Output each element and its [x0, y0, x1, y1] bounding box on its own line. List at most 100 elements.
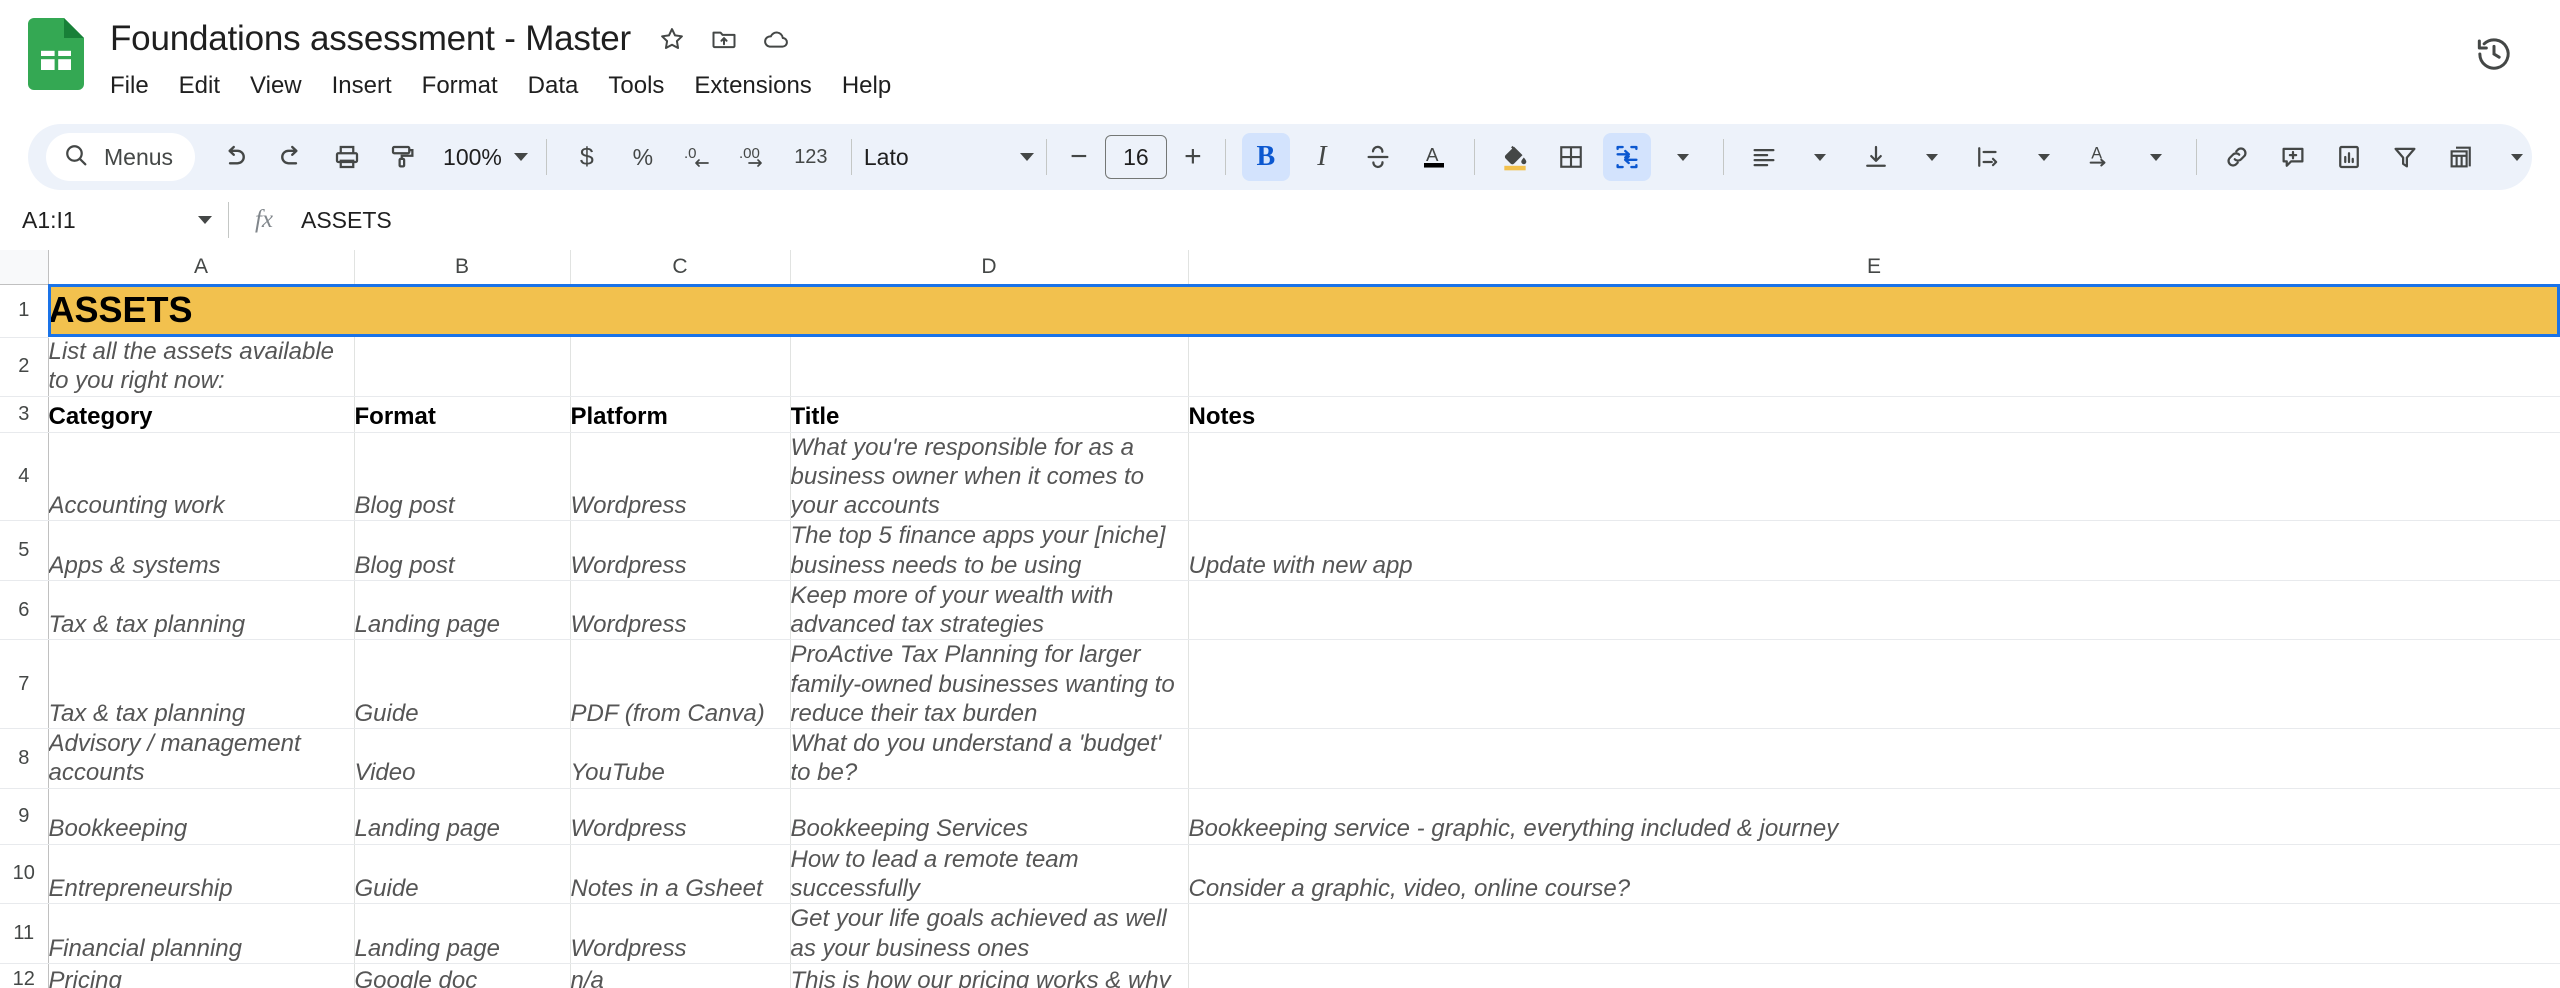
redo-icon[interactable] [267, 133, 315, 181]
row-header-7[interactable]: 7 [0, 640, 48, 729]
currency-format-button[interactable]: $ [563, 133, 611, 181]
decrease-font-size-button[interactable]: − [1059, 140, 1099, 174]
cell-c8[interactable]: YouTube [570, 729, 790, 789]
cell-e7[interactable] [1188, 640, 2560, 729]
vertical-align-icon[interactable] [1852, 133, 1900, 181]
row-header-5[interactable]: 5 [0, 521, 48, 581]
column-header-e[interactable]: E [1188, 250, 2560, 284]
cell-d12[interactable]: This is how our pricing works & why [790, 963, 1188, 988]
row-header-4[interactable]: 4 [0, 432, 48, 521]
percent-format-button[interactable]: % [619, 133, 667, 181]
column-header-a[interactable]: A [48, 250, 354, 284]
cell-a1-assets-banner[interactable]: ASSETS [48, 284, 2560, 337]
cell-a6[interactable]: Tax & tax planning [48, 580, 354, 640]
cell-a12[interactable]: Pricing [48, 963, 354, 988]
merge-cells-icon[interactable] [1603, 133, 1651, 181]
undo-icon[interactable] [211, 133, 259, 181]
page-title[interactable]: Foundations assessment - Master [110, 19, 631, 59]
decrease-decimal-button[interactable]: .0 [675, 133, 723, 181]
menu-extensions[interactable]: Extensions [694, 68, 827, 104]
text-color-button[interactable]: A [1410, 133, 1458, 181]
column-header-c[interactable]: C [570, 250, 790, 284]
cell-a8[interactable]: Advisory / management accounts [48, 729, 354, 789]
borders-icon[interactable] [1547, 133, 1595, 181]
cell-d2[interactable] [790, 337, 1188, 396]
cell-a2-subtitle[interactable]: List all the assets available to you rig… [48, 337, 354, 396]
cell-c11[interactable]: Wordpress [570, 904, 790, 964]
cell-d9[interactable]: Bookkeeping Services [790, 788, 1188, 844]
row-header-6[interactable]: 6 [0, 580, 48, 640]
text-rotation-icon[interactable]: A [2076, 133, 2124, 181]
row-header-12[interactable]: 12 [0, 963, 48, 988]
menu-help[interactable]: Help [842, 68, 907, 104]
cell-b10[interactable]: Guide [354, 844, 570, 904]
cell-d8[interactable]: What do you understand a 'budget' to be? [790, 729, 1188, 789]
cloud-saved-icon[interactable] [759, 22, 793, 56]
font-family-selector[interactable]: Lato [864, 144, 1034, 171]
cell-c10[interactable]: Notes in a Gsheet [570, 844, 790, 904]
horizontal-align-caret[interactable] [1796, 133, 1844, 181]
cell-c6[interactable]: Wordpress [570, 580, 790, 640]
cell-d11[interactable]: Get your life goals achieved as well as … [790, 904, 1188, 964]
insert-chart-icon[interactable] [2325, 133, 2373, 181]
paint-format-icon[interactable] [379, 133, 427, 181]
cell-e12[interactable] [1188, 963, 2560, 988]
cell-d3-header-title[interactable]: Title [790, 396, 1188, 432]
cell-c2[interactable] [570, 337, 790, 396]
menu-edit[interactable]: Edit [179, 68, 236, 104]
cell-d4[interactable]: What you're responsible for as a busines… [790, 432, 1188, 521]
cell-c12[interactable]: n/a [570, 963, 790, 988]
row-header-9[interactable]: 9 [0, 788, 48, 844]
text-rotation-caret[interactable] [2132, 133, 2180, 181]
cell-c7[interactable]: PDF (from Canva) [570, 640, 790, 729]
menu-format[interactable]: Format [422, 68, 514, 104]
insert-comment-icon[interactable] [2269, 133, 2317, 181]
move-to-folder-icon[interactable] [707, 22, 741, 56]
row-header-3[interactable]: 3 [0, 396, 48, 432]
menu-insert[interactable]: Insert [332, 68, 408, 104]
cell-d6[interactable]: Keep more of your wealth with advanced t… [790, 580, 1188, 640]
merge-options-caret[interactable] [1659, 133, 1707, 181]
row-header-11[interactable]: 11 [0, 904, 48, 964]
cell-e4[interactable] [1188, 432, 2560, 521]
cell-a11[interactable]: Financial planning [48, 904, 354, 964]
font-size-input[interactable]: 16 [1105, 135, 1167, 179]
cell-b5[interactable]: Blog post [354, 521, 570, 581]
cell-d7[interactable]: ProActive Tax Planning for larger family… [790, 640, 1188, 729]
cell-b7[interactable]: Guide [354, 640, 570, 729]
cell-a9[interactable]: Bookkeeping [48, 788, 354, 844]
cell-d5[interactable]: The top 5 finance apps your [niche] busi… [790, 521, 1188, 581]
cell-a3-header-category[interactable]: Category [48, 396, 354, 432]
formula-input[interactable]: ASSETS [301, 207, 392, 234]
version-history-icon[interactable] [2468, 28, 2520, 80]
cell-c5[interactable]: Wordpress [570, 521, 790, 581]
cell-e2[interactable] [1188, 337, 2560, 396]
cell-b6[interactable]: Landing page [354, 580, 570, 640]
text-wrapping-icon[interactable] [1964, 133, 2012, 181]
increase-font-size-button[interactable]: + [1173, 140, 1213, 174]
column-header-d[interactable]: D [790, 250, 1188, 284]
italic-button[interactable]: I [1298, 133, 1346, 181]
cell-e5[interactable]: Update with new app [1188, 521, 2560, 581]
insert-link-icon[interactable] [2213, 133, 2261, 181]
menu-file[interactable]: File [110, 68, 165, 104]
row-header-1[interactable]: 1 [0, 284, 48, 337]
cell-e6[interactable] [1188, 580, 2560, 640]
cell-a5[interactable]: Apps & systems [48, 521, 354, 581]
sheets-logo-icon[interactable] [28, 18, 84, 90]
cell-a7[interactable]: Tax & tax planning [48, 640, 354, 729]
cell-c3-header-platform[interactable]: Platform [570, 396, 790, 432]
vertical-align-caret[interactable] [1908, 133, 1956, 181]
cell-e8[interactable] [1188, 729, 2560, 789]
cell-d10[interactable]: How to lead a remote team successfully [790, 844, 1188, 904]
strikethrough-icon[interactable] [1354, 133, 1402, 181]
row-header-10[interactable]: 10 [0, 844, 48, 904]
cell-b8[interactable]: Video [354, 729, 570, 789]
more-formats-button[interactable]: 123 [787, 133, 835, 181]
cell-b3-header-format[interactable]: Format [354, 396, 570, 432]
menu-view[interactable]: View [250, 68, 318, 104]
cell-b2[interactable] [354, 337, 570, 396]
text-wrapping-caret[interactable] [2020, 133, 2068, 181]
cell-e10[interactable]: Consider a graphic, video, online course… [1188, 844, 2560, 904]
row-header-2[interactable]: 2 [0, 337, 48, 396]
